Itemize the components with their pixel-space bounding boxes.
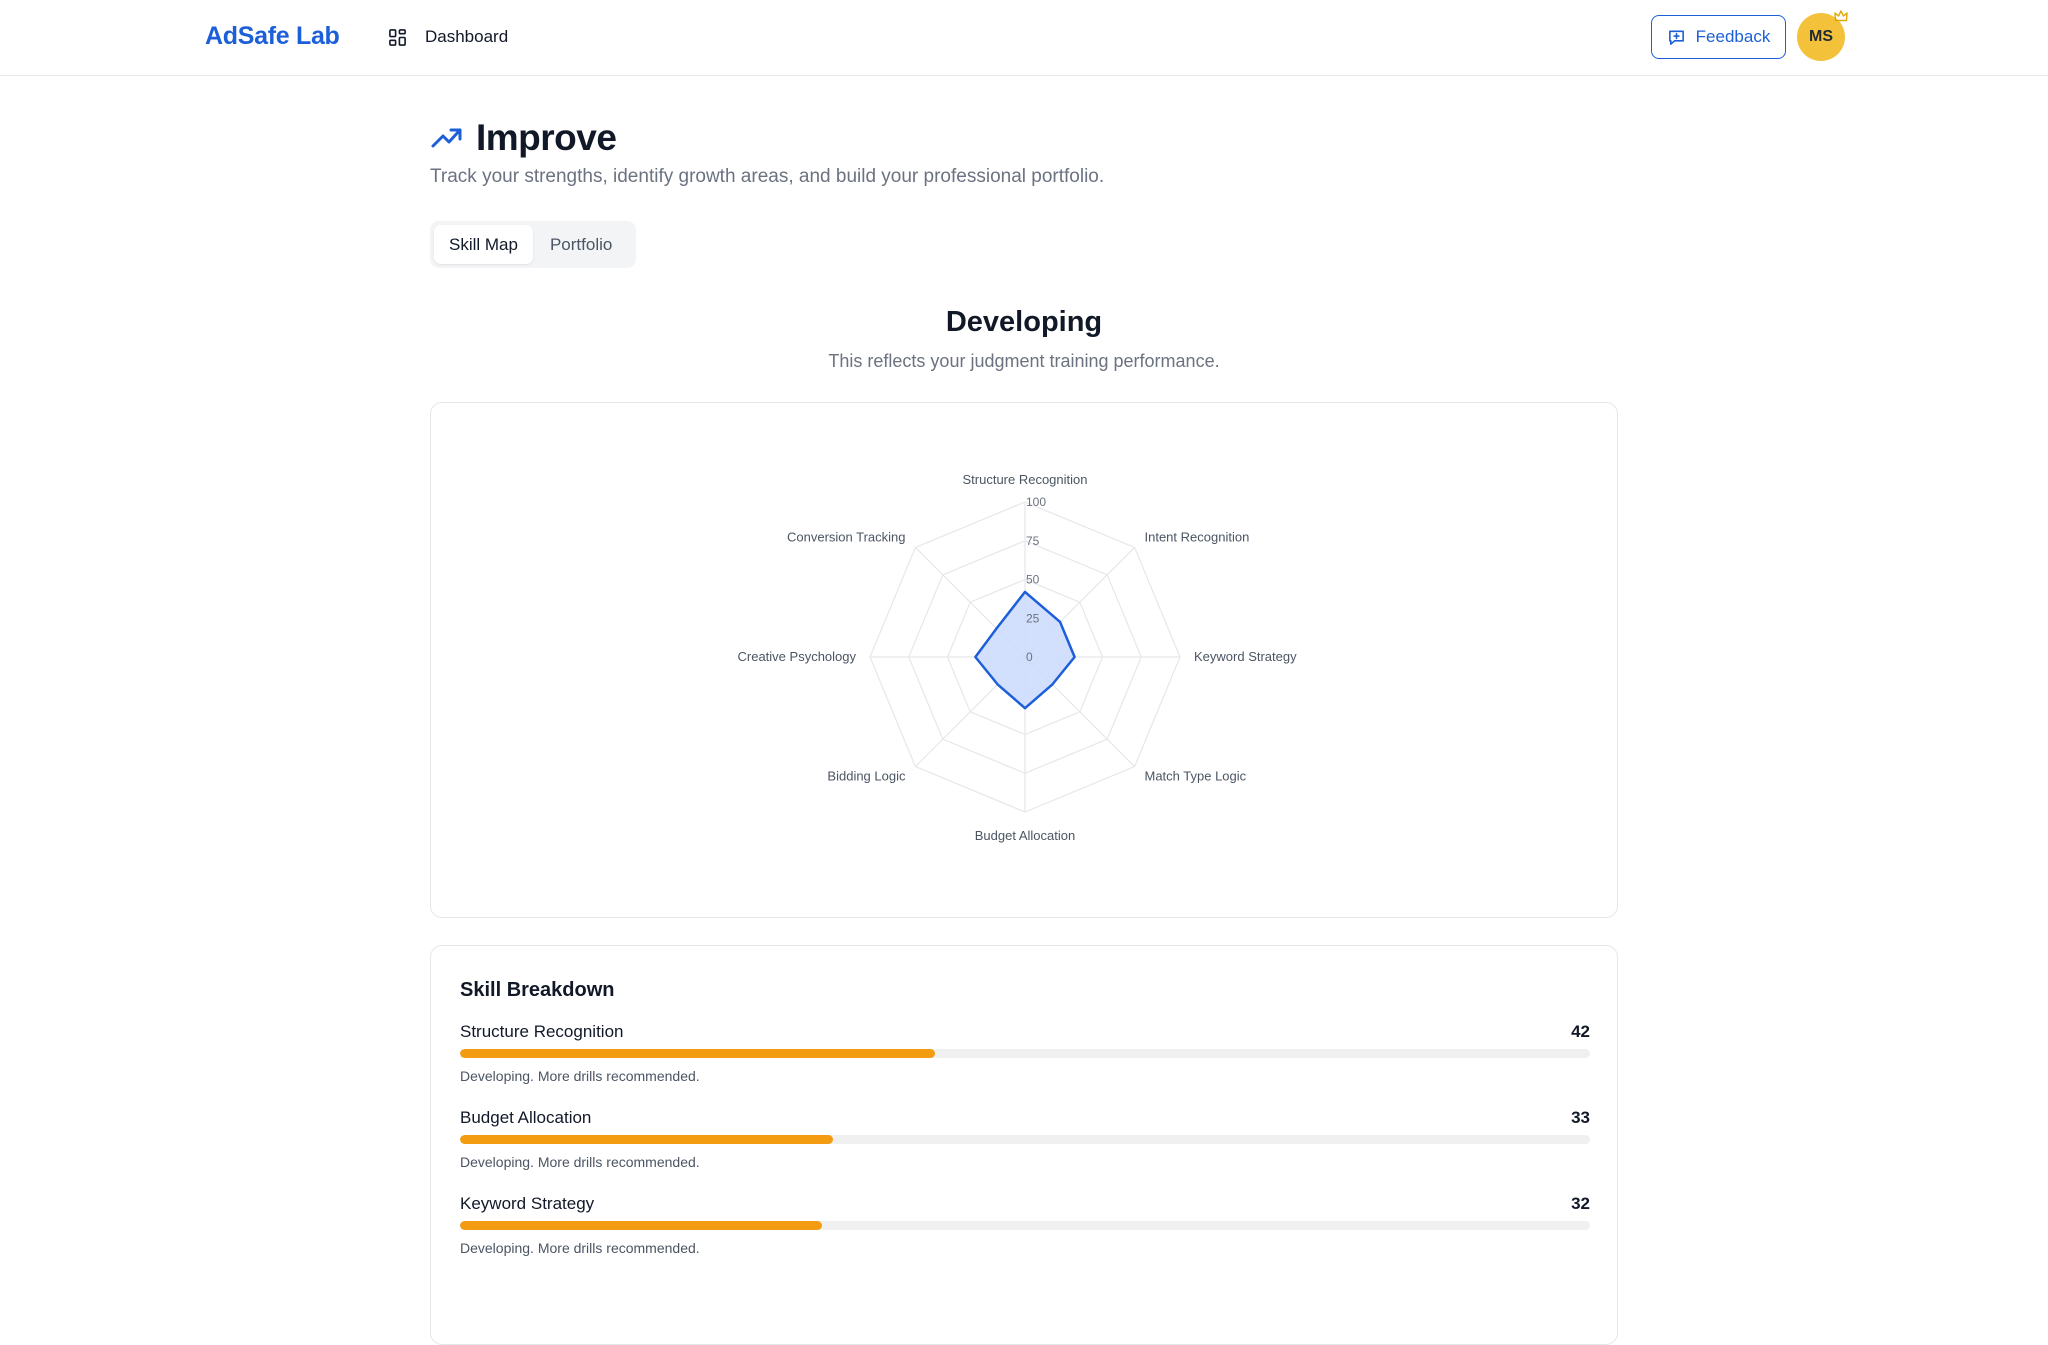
top-bar: AdSafe Lab Dashboard Feedback MS [0,0,2048,76]
feedback-label: Feedback [1695,27,1771,46]
radar-tick-label: 25 [1026,611,1040,625]
page-header: Improve [430,114,617,162]
avatar-initials: MS [1809,28,1833,45]
tab-bar: Skill Map Portfolio [430,221,636,268]
skill-name: Budget Allocation [460,1108,592,1127]
skill-radar-card: 0 25 50 75 100 Structure Recognition Intent Re… [430,402,1618,918]
skill-progress-track [460,1221,1590,1230]
page-title: Improve [476,117,617,158]
radar-axis-label: Match Type Logic [1145,769,1247,784]
skill-progress-fill [460,1135,833,1144]
skill-score: 42 [1571,1022,1590,1041]
radar-axis-label: Structure Recognition [962,472,1087,487]
radar-axis-label: Conversion Tracking [787,529,906,544]
skill-note: Developing. More drills recommended. [460,1240,700,1256]
dashboard-grid-icon [389,28,406,46]
radar-tick-label: 100 [1026,495,1046,509]
skill-progress-track [460,1049,1590,1058]
skill-name: Structure Recognition [460,1022,624,1041]
brand-logo[interactable]: AdSafe Lab [205,22,340,51]
nav-dashboard[interactable]: Dashboard [388,24,508,50]
radar-tick-label: 0 [1026,650,1033,664]
page-subtitle: Track your strengths, identify growth ar… [430,166,1105,187]
skill-name: Keyword Strategy [460,1194,595,1213]
level-subtitle: This reflects your judgment training per… [828,351,1220,371]
radar-tick-label: 75 [1026,534,1040,548]
crown-icon [1834,10,1848,22]
skill-progress-fill [460,1221,822,1230]
skill-row: Structure Recognition 42 Developing. Mor… [460,1022,1590,1102]
level-title: Developing [945,306,1103,338]
radar-axis-label: Creative Psychology [738,649,857,664]
skill-note: Developing. More drills recommended. [460,1068,700,1084]
radar-axis-label: Keyword Strategy [1194,649,1297,664]
skill-progress-fill [460,1049,935,1058]
radar-axis-label: Bidding Logic [827,769,906,784]
radar-series-area [974,590,1076,710]
skill-row: Budget Allocation 33 Developing. More dr… [460,1108,1590,1188]
feedback-button[interactable]: Feedback [1651,15,1786,59]
tab-skill-map[interactable]: Skill Map [434,225,533,264]
breakdown-title: Skill Breakdown [460,979,615,1001]
skill-row: Keyword Strategy 32 Developing. More dri… [460,1194,1590,1274]
radar-axis-label: Intent Recognition [1145,529,1250,544]
trending-up-icon [431,128,462,148]
message-plus-icon [1668,30,1684,45]
radar-axis-label: Budget Allocation [975,828,1075,843]
skill-score: 33 [1571,1108,1590,1127]
skill-note: Developing. More drills recommended. [460,1154,700,1170]
tab-portfolio[interactable]: Portfolio [535,225,627,264]
skill-radar-chart: 0 25 50 75 100 Structure Recognition Intent Re… [738,472,1298,843]
nav-dashboard-label: Dashboard [425,27,509,46]
radar-tick-label: 50 [1026,573,1040,587]
skill-breakdown-card: Skill Breakdown Structure Recognition 42… [430,945,1618,1345]
skill-progress-track [460,1135,1590,1144]
skill-score: 32 [1571,1194,1590,1213]
